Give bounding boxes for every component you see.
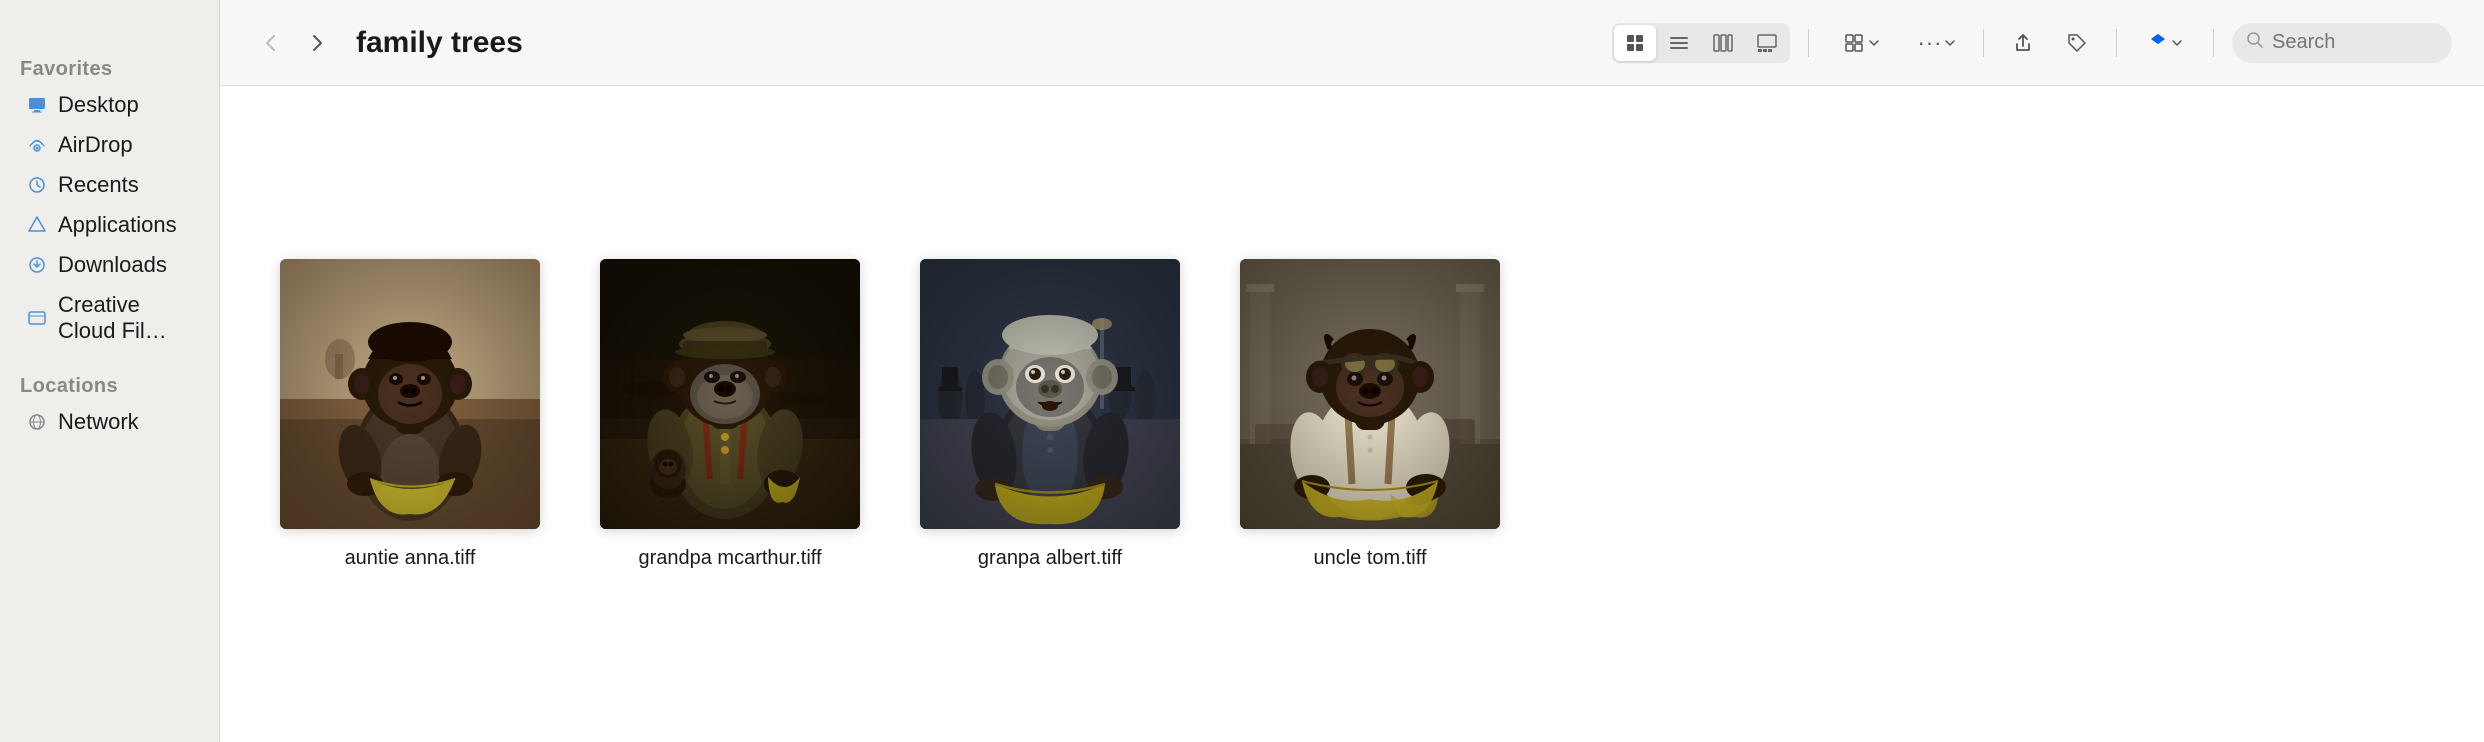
locations-section-label: Locations: [0, 367, 219, 402]
more-button[interactable]: ···: [1909, 25, 1965, 61]
sidebar: Favorites Desktop AirDrop: [0, 0, 220, 742]
view-list-button[interactable]: [1658, 25, 1700, 61]
sidebar-item-downloads-label: Downloads: [58, 252, 167, 278]
sidebar-item-airdrop-label: AirDrop: [58, 132, 133, 158]
file-label-uncle-tom: uncle tom.tiff: [1313, 547, 1426, 570]
search-box[interactable]: [2232, 23, 2452, 63]
back-button[interactable]: [252, 24, 290, 62]
forward-button[interactable]: [298, 24, 336, 62]
sidebar-item-recents-label: Recents: [58, 172, 139, 198]
file-item-granpa-albert[interactable]: granpa albert.tiff: [920, 259, 1180, 570]
view-gallery-button[interactable]: [1746, 25, 1788, 61]
sidebar-item-airdrop[interactable]: AirDrop: [6, 125, 213, 165]
sidebar-item-applications[interactable]: Applications: [6, 205, 213, 245]
file-label-granpa-albert: granpa albert.tiff: [978, 547, 1122, 570]
sidebar-item-applications-label: Applications: [58, 212, 177, 238]
search-input[interactable]: [2272, 31, 2422, 54]
separator-1: [1808, 29, 1809, 57]
file-label-auntie-anna: auntie anna.tiff: [345, 547, 476, 570]
separator-4: [2213, 29, 2214, 57]
share-button[interactable]: [2002, 25, 2044, 61]
view-columns-button[interactable]: [1702, 25, 1744, 61]
folder-title: family trees: [356, 26, 523, 60]
tag-button[interactable]: [2056, 25, 2098, 61]
main-content: family trees: [220, 0, 2484, 742]
creative-cloud-icon: [26, 307, 48, 329]
file-thumbnail-grandpa-mcarthur: [600, 259, 860, 529]
file-thumbnail-granpa-albert: [920, 259, 1180, 529]
group-button[interactable]: [1827, 25, 1897, 61]
network-icon: [26, 411, 48, 433]
file-item-auntie-anna[interactable]: auntie anna.tiff: [280, 259, 540, 570]
desktop-icon: [26, 94, 48, 116]
applications-icon: [26, 214, 48, 236]
sidebar-item-recents[interactable]: Recents: [6, 165, 213, 205]
favorites-section-label: Favorites: [0, 50, 219, 85]
downloads-icon: [26, 254, 48, 276]
view-icon-button[interactable]: [1614, 25, 1656, 61]
airdrop-icon: [26, 134, 48, 156]
sidebar-item-creative-cloud[interactable]: Creative Cloud Fil…: [6, 285, 213, 351]
search-icon: [2246, 31, 2264, 55]
file-thumbnail-uncle-tom: [1240, 259, 1500, 529]
sidebar-item-network-label: Network: [58, 409, 139, 435]
toolbar-controls: ···: [1612, 23, 2452, 63]
recents-icon: [26, 174, 48, 196]
separator-2: [1983, 29, 1984, 57]
sidebar-item-downloads[interactable]: Downloads: [6, 245, 213, 285]
file-item-grandpa-mcarthur[interactable]: grandpa mcarthur.tiff: [600, 259, 860, 570]
file-label-grandpa-mcarthur: grandpa mcarthur.tiff: [638, 547, 821, 570]
dropbox-button[interactable]: [2135, 25, 2195, 61]
file-item-uncle-tom[interactable]: uncle tom.tiff: [1240, 259, 1500, 570]
sidebar-item-network[interactable]: Network: [6, 402, 213, 442]
toolbar: family trees: [220, 0, 2484, 86]
nav-buttons: [252, 24, 336, 62]
separator-3: [2116, 29, 2117, 57]
file-thumbnail-auntie-anna: [280, 259, 540, 529]
sidebar-item-desktop[interactable]: Desktop: [6, 85, 213, 125]
file-grid: auntie anna.tiff: [220, 86, 2484, 742]
view-mode-group: [1612, 23, 1790, 63]
sidebar-item-desktop-label: Desktop: [58, 92, 139, 118]
sidebar-item-creative-cloud-label: Creative Cloud Fil…: [58, 292, 193, 344]
